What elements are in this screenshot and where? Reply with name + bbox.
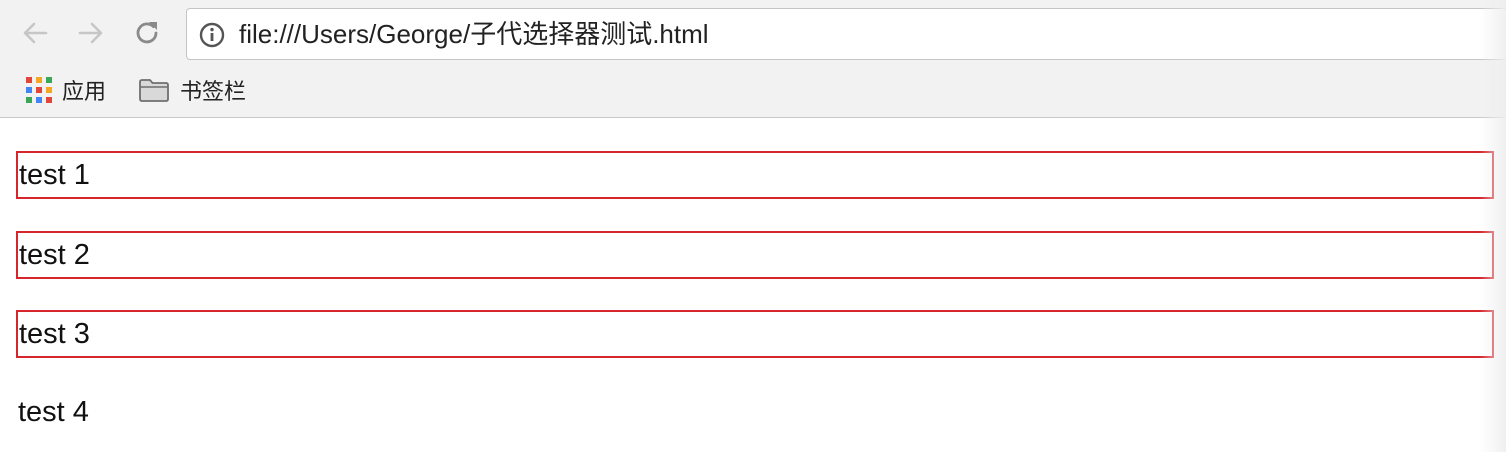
back-button[interactable]	[18, 16, 52, 50]
bookmark-folder-label: 书签栏	[180, 79, 247, 104]
test-item-1: test 1	[16, 151, 1494, 199]
arrow-left-icon	[23, 22, 48, 44]
bookmark-apps-label: 应用	[62, 79, 107, 104]
reload-button[interactable]	[130, 16, 164, 50]
test-item-4: test 4	[18, 396, 89, 428]
apps-grid-icon	[26, 77, 52, 103]
address-bar[interactable]: file:///Users/George/子代选择器测试.html	[186, 8, 1506, 60]
page-content: test 1 test 2 test 3 test 4	[0, 118, 1506, 452]
test-item-3: test 3	[16, 310, 1494, 358]
bookmark-apps[interactable]: 应用	[26, 70, 106, 110]
bookmark-folder[interactable]: 书签栏	[138, 70, 246, 110]
browser-toolbar: file:///Users/George/子代选择器测试.html 应用 书签栏	[0, 0, 1506, 118]
bookmarks-bar: 应用 书签栏	[0, 70, 1506, 110]
info-icon[interactable]	[199, 22, 225, 48]
forward-button[interactable]	[74, 16, 108, 50]
test-item-2: test 2	[16, 231, 1494, 279]
address-url[interactable]: file:///Users/George/子代选择器测试.html	[239, 9, 709, 59]
reload-icon	[136, 22, 158, 44]
arrow-right-icon	[78, 22, 103, 44]
folder-icon	[139, 79, 169, 102]
